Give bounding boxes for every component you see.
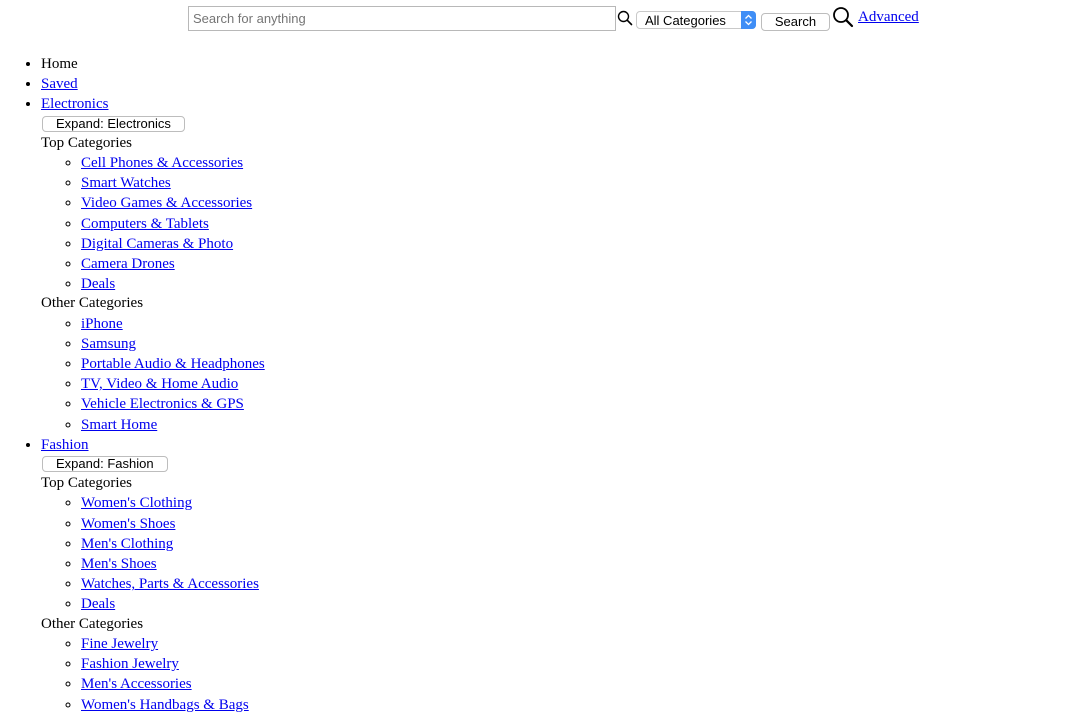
category-link[interactable]: Smart Watches bbox=[81, 175, 171, 191]
category-link[interactable]: Women's Clothing bbox=[81, 495, 192, 511]
search-icon-large[interactable] bbox=[832, 6, 854, 28]
list-item: Deals bbox=[81, 594, 265, 614]
category-link[interactable]: Deals bbox=[81, 596, 115, 612]
expand-fashion-button[interactable]: Expand: Fashion bbox=[42, 456, 168, 473]
search-bar: All Categories Search Advanced bbox=[188, 6, 948, 32]
list-item: Cell Phones & Accessories bbox=[81, 153, 265, 173]
category-link[interactable]: Watches, Parts & Accessories bbox=[81, 576, 259, 592]
list-item: Men's Accessories bbox=[81, 674, 265, 694]
list-item: Camera Drones bbox=[81, 254, 265, 274]
search-icon[interactable] bbox=[617, 10, 633, 26]
category-select-value: All Categories bbox=[645, 13, 726, 28]
list-item: Computers & Tablets bbox=[81, 214, 265, 234]
category-link[interactable]: Digital Cameras & Photo bbox=[81, 236, 233, 252]
category-link[interactable]: Fashion Jewelry bbox=[81, 656, 179, 672]
list-item: Watches, Parts & Accessories bbox=[81, 574, 265, 594]
advanced-search-link[interactable]: Advanced bbox=[858, 9, 919, 26]
list-item: Smart Watches bbox=[81, 173, 265, 193]
category-link[interactable]: Men's Accessories bbox=[81, 676, 192, 692]
list-item: Women's Handbags & Bags bbox=[81, 695, 265, 715]
list-item: Fine Jewelry bbox=[81, 634, 265, 654]
list-item: TV, Video & Home Audio bbox=[81, 374, 265, 394]
category-link[interactable]: Deals bbox=[81, 276, 115, 292]
electronics-top-categories-heading: Top Categories bbox=[41, 134, 133, 151]
list-item: Men's Clothing bbox=[81, 534, 265, 554]
list-item: Men's Shoes bbox=[81, 554, 265, 574]
list-item: Portable Audio & Headphones bbox=[81, 354, 265, 374]
list-item: Smart Home bbox=[81, 415, 265, 435]
fashion-top-categories-heading: Top Categories bbox=[41, 475, 133, 492]
category-link[interactable]: Camera Drones bbox=[81, 256, 175, 272]
list-item: Samsung bbox=[81, 334, 265, 354]
search-button[interactable]: Search bbox=[761, 13, 830, 31]
nav-item-saved: Saved bbox=[41, 74, 265, 94]
category-link[interactable]: TV, Video & Home Audio bbox=[81, 376, 238, 392]
category-link[interactable]: Smart Home bbox=[81, 417, 157, 433]
list-item: Deals bbox=[81, 274, 265, 294]
category-link[interactable]: Computers & Tablets bbox=[81, 216, 209, 232]
category-link[interactable]: Portable Audio & Headphones bbox=[81, 356, 265, 372]
list-item: Women's Shoes bbox=[81, 514, 265, 534]
category-link[interactable]: Samsung bbox=[81, 336, 136, 352]
fashion-link[interactable]: Fashion bbox=[41, 437, 89, 453]
search-input[interactable] bbox=[188, 6, 616, 31]
category-link[interactable]: Men's Shoes bbox=[81, 556, 157, 572]
category-link[interactable]: Men's Clothing bbox=[81, 536, 173, 552]
category-nav: Home Saved Electronics Expand: Electroni… bbox=[0, 54, 265, 715]
fashion-other-categories-heading: Other Categories bbox=[41, 615, 144, 632]
list-item: iPhone bbox=[81, 314, 265, 334]
list-item: Fashion Jewelry bbox=[81, 654, 265, 674]
expand-electronics-button[interactable]: Expand: Electronics bbox=[42, 115, 185, 132]
select-arrows-icon bbox=[741, 11, 756, 29]
fashion-top-categories: Women's Clothing Women's Shoes Men's Clo… bbox=[41, 493, 265, 614]
electronics-link[interactable]: Electronics bbox=[41, 96, 108, 112]
category-link[interactable]: iPhone bbox=[81, 316, 123, 332]
electronics-other-categories-heading: Other Categories bbox=[41, 295, 144, 312]
category-link[interactable]: Women's Handbags & Bags bbox=[81, 697, 249, 713]
category-link[interactable]: Women's Shoes bbox=[81, 516, 175, 532]
fashion-other-categories: Fine Jewelry Fashion Jewelry Men's Acces… bbox=[41, 634, 265, 715]
nav-item-home: Home bbox=[41, 54, 265, 74]
category-select[interactable]: All Categories bbox=[636, 11, 756, 29]
list-item: Digital Cameras & Photo bbox=[81, 234, 265, 254]
category-link[interactable]: Vehicle Electronics & GPS bbox=[81, 396, 244, 412]
list-item: Video Games & Accessories bbox=[81, 193, 265, 213]
saved-link[interactable]: Saved bbox=[41, 76, 78, 92]
nav-item-electronics: Electronics Expand: Electronics Top Cate… bbox=[41, 94, 265, 434]
list-item: Women's Clothing bbox=[81, 493, 265, 513]
electronics-top-categories: Cell Phones & Accessories Smart Watches … bbox=[41, 153, 265, 294]
nav-item-fashion: Fashion Expand: Fashion Top Categories W… bbox=[41, 435, 265, 715]
category-link[interactable]: Video Games & Accessories bbox=[81, 195, 252, 211]
electronics-other-categories: iPhone Samsung Portable Audio & Headphon… bbox=[41, 314, 265, 435]
list-item: Vehicle Electronics & GPS bbox=[81, 394, 265, 414]
category-link[interactable]: Cell Phones & Accessories bbox=[81, 155, 243, 171]
category-link[interactable]: Fine Jewelry bbox=[81, 636, 158, 652]
